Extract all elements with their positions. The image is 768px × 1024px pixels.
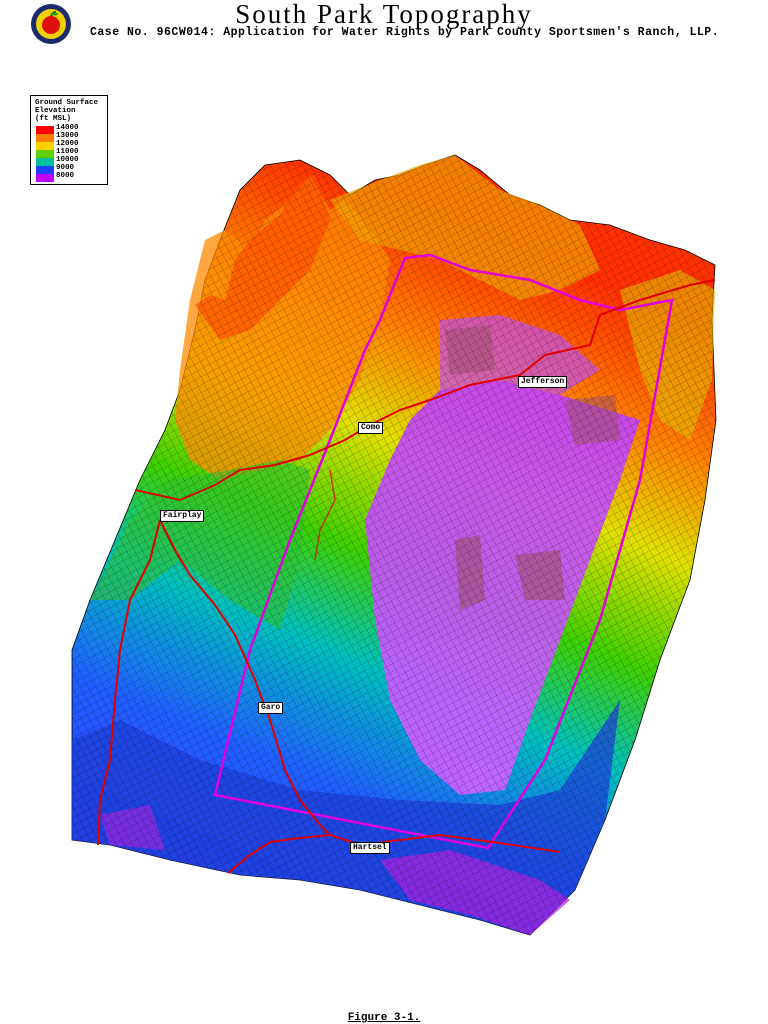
town-label-fairplay: Fairplay: [160, 510, 205, 522]
figure-caption: Figure 3-1.: [347, 1012, 421, 1024]
town-label-jefferson: Jefferson: [518, 376, 568, 388]
wireframe-mesh: [72, 155, 716, 935]
topography-surface-map: [71, 154, 717, 936]
town-label-hartsel: Hartsel: [350, 842, 390, 854]
town-label-como: Como: [358, 422, 384, 434]
town-label-garo: Garo: [258, 702, 284, 714]
